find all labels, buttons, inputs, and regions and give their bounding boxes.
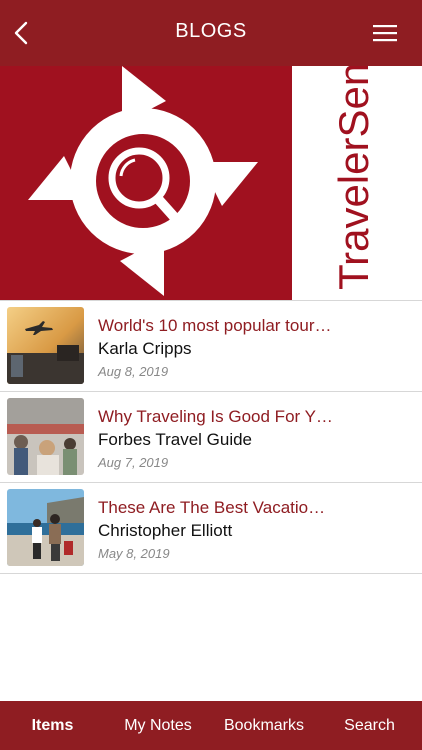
post-thumbnail <box>7 398 84 475</box>
brand-wordmark: TravelerSense <box>330 66 377 290</box>
post-date: May 8, 2019 <box>98 546 170 561</box>
list-item[interactable]: World's 10 most popular tour… Karla Crip… <box>0 300 422 391</box>
post-author: Christopher Elliott <box>98 521 233 540</box>
bottom-tab-bar: Items My Notes Bookmarks Search <box>0 701 422 750</box>
banner-graphic: TravelerSense <box>0 18 422 300</box>
hamburger-menu-icon[interactable] <box>372 22 398 44</box>
app-header: BLOGS <box>0 0 422 66</box>
post-title: These Are The Best Vacatio… <box>98 498 326 517</box>
list-item[interactable]: These Are The Best Vacatio… Christopher … <box>0 482 422 574</box>
tab-items[interactable]: Items <box>0 701 105 750</box>
list-item[interactable]: Why Traveling Is Good For Y… Forbes Trav… <box>0 391 422 482</box>
blog-banner: TravelerSense <box>0 18 422 300</box>
post-author: Karla Cripps <box>98 339 192 358</box>
post-date: Aug 8, 2019 <box>98 364 169 379</box>
post-thumbnail <box>7 307 84 384</box>
tab-search[interactable]: Search <box>317 701 422 750</box>
post-date: Aug 7, 2019 <box>98 455 169 470</box>
post-author: Forbes Travel Guide <box>98 430 253 449</box>
tab-bookmarks[interactable]: Bookmarks <box>211 701 317 750</box>
tab-my-notes[interactable]: My Notes <box>105 701 211 750</box>
blog-list: World's 10 most popular tour… Karla Crip… <box>0 300 422 574</box>
post-title: World's 10 most popular tour… <box>98 316 332 335</box>
post-thumbnail <box>7 489 84 566</box>
page-title: BLOGS <box>175 20 247 42</box>
post-title: Why Traveling Is Good For Y… <box>98 407 333 426</box>
